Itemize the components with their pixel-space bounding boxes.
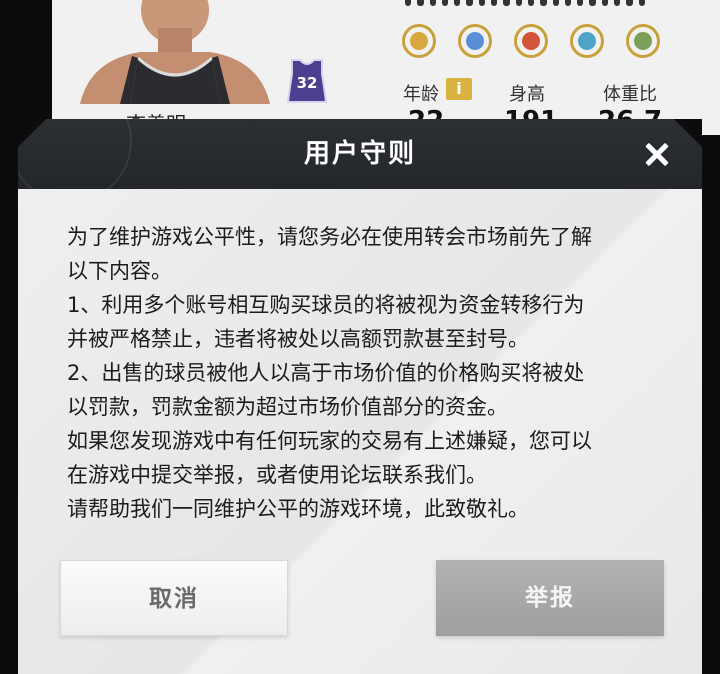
skill-medal-icon[interactable] [570,24,604,58]
notice-line: 请帮助我们一同维护公平的游戏环境，此致敬礼。 [67,497,529,521]
dialog-header: 用户守则 [18,119,702,203]
cancel-button[interactable]: 取消 [60,560,288,636]
skill-medal-icon[interactable] [626,24,660,58]
weight-ratio-label: 体重比 [603,84,657,105]
jersey-number: 32 [297,74,318,92]
height-label: 身高 [509,84,545,105]
user-rules-dialog: 用户守则 为了维护游戏公平性，请您务必在使用转会市场前先了解 以下内容。 1、利… [18,119,702,674]
notice-line: 如果您发现游戏中有任何玩家的交易有上述嫌疑，您可以 [67,429,592,453]
dialog-title: 用户守则 [303,139,416,169]
stat-digits-strip [405,0,645,6]
info-icon[interactable]: i [446,78,472,100]
jersey-number-icon: 32 [286,56,328,104]
age-label: 年龄 [403,84,439,105]
close-icon[interactable] [640,137,674,171]
notice-line: 为了维护游戏公平性，请您务必在使用转会市场前先了解 [67,225,592,249]
skill-medal-icon[interactable] [458,24,492,58]
notice-line: 2、出售的球员被他人以高于市场价值的价格购买将被处 [67,361,585,385]
player-avatar [80,0,270,104]
report-button[interactable]: 举报 [436,560,664,636]
notice-line: 以罚款，罚款金额为超过市场价值部分的资金。 [67,395,508,419]
notice-line: 以下内容。 [67,259,172,283]
notice-text: 为了维护游戏公平性，请您务必在使用转会市场前先了解 以下内容。 1、利用多个账号… [67,220,667,526]
skill-medals [402,24,660,58]
skill-medal-icon[interactable] [514,24,548,58]
notice-line: 在游戏中提交举报，或者使用论坛联系我们。 [67,463,487,487]
skill-medal-icon[interactable] [402,24,436,58]
notice-line: 1、利用多个账号相互购买球员的将被视为资金转移行为 [67,293,585,317]
notice-line: 并被严格禁止，违者将被处以高额罚款甚至封号。 [67,327,529,351]
